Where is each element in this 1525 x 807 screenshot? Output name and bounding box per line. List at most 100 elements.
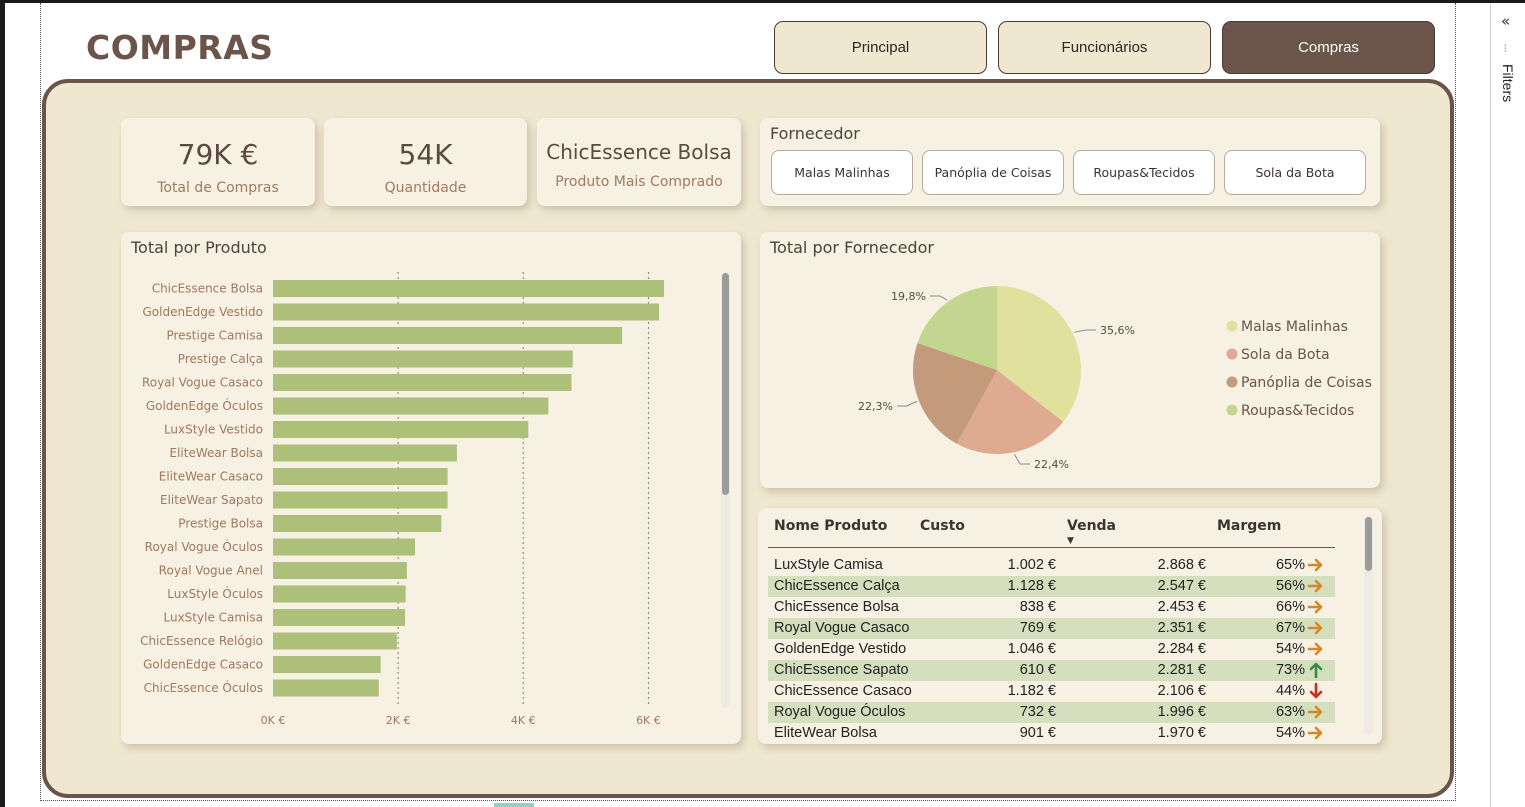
cell-nome-produto: ChicEssence Calça: [774, 578, 900, 594]
table-row[interactable]: LuxStyle Camisa 1.002 € 2.868 € 65%: [768, 555, 1335, 576]
cell-nome-produto: ChicEssence Casaco: [774, 683, 912, 699]
bar[interactable]: [273, 350, 573, 368]
cell-custo: 901 €: [1019, 725, 1056, 741]
cell-margem: 56%: [1275, 578, 1305, 594]
slicer-option-sola-da-bota[interactable]: Sola da Bota: [1224, 150, 1366, 195]
table-row[interactable]: ChicEssence Bolsa 838 € 2.453 € 66%: [768, 597, 1335, 618]
column-header-margem[interactable]: Margem: [1217, 518, 1281, 534]
table-row[interactable]: Royal Vogue Óculos 732 € 1.996 € 63%: [768, 702, 1335, 723]
bar-category-label: Royal Vogue Casaco: [142, 376, 263, 390]
bar[interactable]: [273, 538, 416, 556]
legend-label[interactable]: Panóplia de Coisas: [1241, 375, 1372, 391]
arrow-right-icon: [1307, 724, 1325, 742]
bar-category-label: GoldenEdge Vestido: [142, 305, 263, 319]
slicer-option-roupas-tecidos[interactable]: Roupas&Tecidos: [1073, 150, 1215, 195]
table-row[interactable]: ChicEssence Casaco 1.182 € 2.106 € 44%: [768, 681, 1335, 702]
cell-venda: 2.453 €: [1157, 599, 1206, 615]
slicer-option-panoplia-de-coisas[interactable]: Panóplia de Coisas: [922, 150, 1064, 195]
cell-nome-produto: LuxStyle Camisa: [774, 557, 883, 573]
bar[interactable]: [273, 421, 529, 438]
kpi-label: Total de Compras: [157, 180, 279, 196]
nav-button-principal[interactable]: Principal: [774, 21, 987, 74]
pie-leader-line: [1074, 329, 1096, 333]
bar-category-label: ChicEssence Relógio: [140, 634, 263, 648]
cell-custo: 1.128 €: [1007, 578, 1056, 594]
cell-venda: 2.868 €: [1157, 557, 1206, 573]
bar[interactable]: [273, 327, 623, 344]
nav-button-compras[interactable]: Compras: [1222, 21, 1435, 74]
cell-margem: 65%: [1275, 557, 1305, 573]
bar[interactable]: [273, 397, 549, 415]
cell-nome-produto: Royal Vogue Óculos: [774, 704, 906, 720]
bar-category-label: GoldenEdge Óculos: [146, 398, 263, 413]
window-left-border: [0, 0, 5, 807]
bar[interactable]: [273, 632, 397, 650]
page-title: COMPRAS: [86, 28, 274, 67]
pie-data-label: 22,4%: [1034, 458, 1069, 471]
legend-marker: [1226, 348, 1238, 360]
cell-nome-produto: GoldenEdge Vestido: [774, 641, 907, 657]
collapse-chevron-icon[interactable]: «: [1501, 12, 1510, 30]
filters-pane-label[interactable]: Filters: [1500, 64, 1516, 102]
bar[interactable]: [273, 679, 379, 697]
bar[interactable]: [273, 374, 572, 391]
filters-pane: [1490, 3, 1525, 807]
bar-category-label: EliteWear Casaco: [159, 470, 263, 484]
bar-category-label: LuxStyle Vestido: [164, 423, 263, 437]
arrow-right-icon: [1307, 619, 1325, 637]
kpi-value: 54K: [398, 138, 453, 171]
table-row[interactable]: ChicEssence Sapato 610 € 2.281 € 73%: [768, 660, 1335, 681]
cell-margem: 44%: [1275, 683, 1305, 699]
legend-label[interactable]: Roupas&Tecidos: [1241, 403, 1354, 419]
bar-chart-scrollbar[interactable]: [722, 273, 729, 495]
bar[interactable]: [273, 585, 406, 603]
bar[interactable]: [273, 515, 442, 532]
cell-margem: 66%: [1275, 599, 1305, 615]
column-header-nome-produto[interactable]: Nome Produto: [774, 518, 887, 534]
table-row[interactable]: GoldenEdge Vestido 1.046 € 2.284 € 54%: [768, 639, 1335, 660]
cell-custo: 838 €: [1019, 599, 1056, 615]
cell-custo: 1.002 €: [1007, 557, 1056, 573]
bar-category-label: Prestige Calça: [178, 352, 263, 366]
column-header-venda[interactable]: Venda: [1067, 518, 1116, 534]
table-scrollbar[interactable]: [1365, 517, 1372, 571]
slicer-option-malas-malinhas[interactable]: Malas Malinhas: [771, 150, 913, 195]
cell-margem: 54%: [1275, 725, 1305, 741]
bar-category-label: LuxStyle Óculos: [167, 586, 263, 601]
column-header-custo[interactable]: Custo: [920, 518, 965, 534]
bar[interactable]: [273, 468, 448, 485]
kpi-value: ChicEssence Bolsa: [546, 140, 732, 164]
product-table-card: Nome Produto Custo Venda ▼ Margem LuxSty…: [758, 508, 1382, 744]
cell-custo: 732 €: [1019, 704, 1056, 720]
bar-category-label: Prestige Bolsa: [178, 517, 263, 531]
nav-button-funcionarios[interactable]: Funcionários: [998, 21, 1211, 74]
bar[interactable]: [273, 491, 448, 509]
fornecedor-slicer: Fornecedor Malas Malinhas Panóplia de Co…: [760, 118, 1380, 206]
legend-label[interactable]: Malas Malinhas: [1241, 319, 1348, 335]
pie-data-label: 35,6%: [1100, 324, 1135, 337]
cell-custo: 1.046 €: [1007, 641, 1056, 657]
cell-margem: 54%: [1275, 641, 1305, 657]
table-row[interactable]: ChicEssence Calça 1.128 € 2.547 € 56%: [768, 576, 1335, 597]
x-tick-label: 6K €: [636, 714, 661, 727]
bar[interactable]: [273, 303, 660, 321]
cell-venda: 1.970 €: [1157, 725, 1206, 741]
bar[interactable]: [273, 609, 406, 626]
legend-label[interactable]: Sola da Bota: [1241, 347, 1330, 363]
table-row[interactable]: EliteWear Bolsa 901 € 1.970 € 54%: [768, 723, 1335, 744]
filter-icon: ⫶: [1504, 44, 1507, 55]
cell-nome-produto: EliteWear Bolsa: [774, 725, 877, 741]
arrow-up-icon: [1307, 661, 1325, 679]
bar[interactable]: [273, 280, 665, 297]
arrow-right-icon: [1307, 577, 1325, 595]
legend-marker: [1226, 376, 1238, 388]
bar[interactable]: [273, 444, 457, 462]
cell-venda: 2.547 €: [1157, 578, 1206, 594]
kpi-label: Quantidade: [384, 180, 467, 196]
x-tick-label: 0K €: [261, 714, 286, 727]
bar[interactable]: [273, 656, 381, 673]
bar[interactable]: [273, 562, 407, 579]
table-row[interactable]: Royal Vogue Casaco 769 € 2.351 € 67%: [768, 618, 1335, 639]
cell-margem: 73%: [1275, 662, 1305, 678]
kpi-card-total-compras: 79K € Total de Compras: [121, 118, 315, 206]
